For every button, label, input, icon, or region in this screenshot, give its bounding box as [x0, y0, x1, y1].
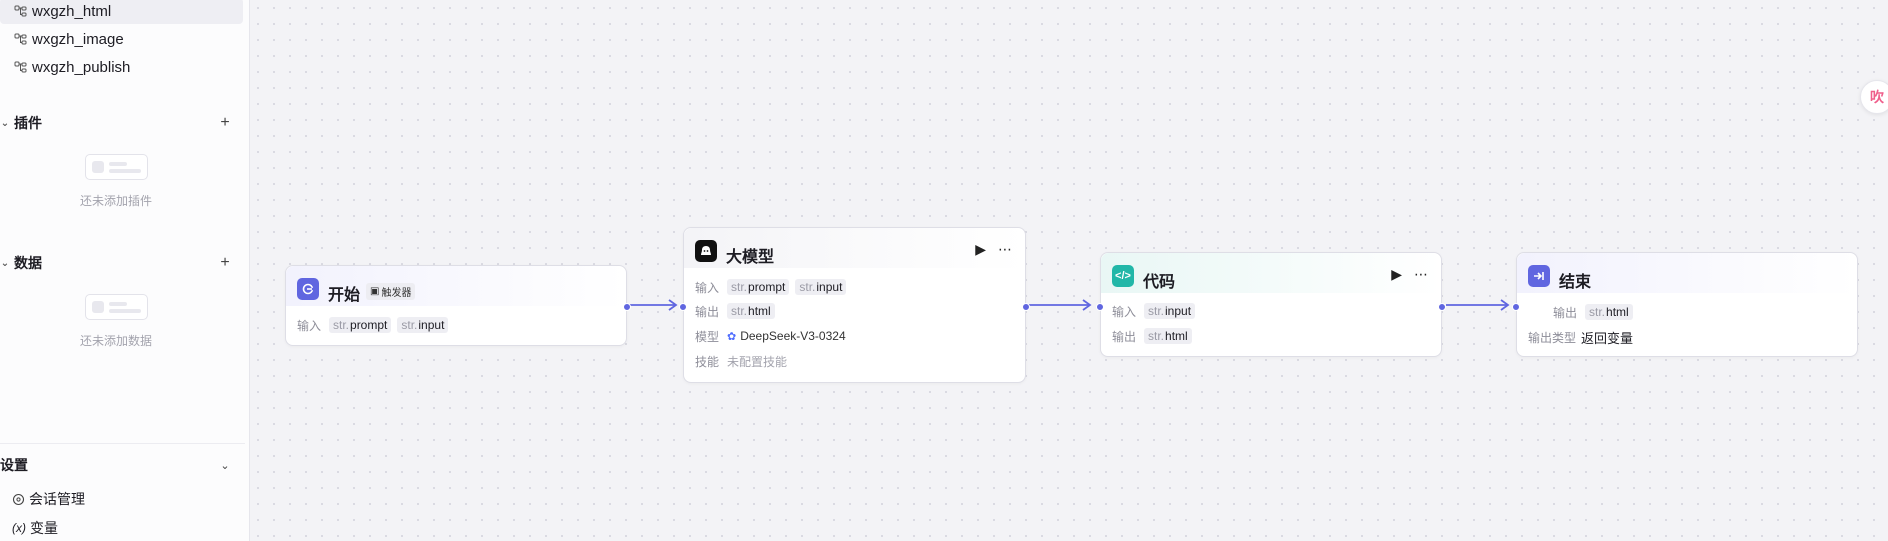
llm-output-row: 输出 str. html — [695, 302, 781, 320]
settings-divider — [0, 443, 245, 444]
code-output-port[interactable] — [1438, 303, 1446, 311]
input-label: 输入 — [695, 280, 720, 295]
node-start[interactable]: 开始 ▣ 触发器 输入 str. prompt str. input — [285, 265, 631, 346]
start-node-icon — [297, 278, 319, 300]
input-label: 输入 — [1112, 304, 1137, 319]
workflow-item-label: wxgzh_html — [32, 2, 112, 20]
more-icon[interactable]: ⋯ — [1414, 266, 1429, 283]
data-empty-illustration — [85, 294, 148, 320]
code-input-row: 输入 str. input — [1112, 302, 1201, 320]
assistant-avatar-text: 吹 — [1870, 89, 1884, 105]
assistant-avatar[interactable]: 吹 — [1860, 80, 1888, 114]
node-actions: ▶ ⋯ — [975, 241, 1013, 258]
skill-value: 未配置技能 — [727, 354, 788, 369]
end-output-type-row: 输出类型 返回变量 — [1528, 328, 1633, 346]
llm-skill-row: 技能 未配置技能 — [695, 352, 787, 370]
workflow-icon — [14, 33, 27, 46]
output-tag: str. html — [727, 303, 775, 319]
run-icon[interactable]: ▶ — [975, 241, 986, 258]
settings-section-title: 设置 — [0, 457, 28, 473]
add-plugin-icon[interactable]: + — [218, 114, 232, 132]
llm-model-row: 模型 ✿ DeepSeek-V3-0324 — [695, 327, 846, 345]
add-data-icon[interactable]: + — [218, 254, 232, 272]
output-tag: str. html — [1585, 304, 1633, 320]
node-title: 大模型 — [726, 249, 775, 266]
end-node-icon — [1528, 265, 1550, 287]
input-tag: str. input — [397, 317, 449, 333]
node-title: 结束 — [1559, 274, 1592, 291]
code-output-row: 输出 str. html — [1112, 327, 1198, 345]
workflow-item-label: wxgzh_publish — [32, 58, 131, 76]
start-input-row: 输入 str. prompt str. input — [297, 316, 454, 334]
start-output-port[interactable] — [623, 303, 631, 311]
llm-node-icon — [695, 240, 717, 262]
model-label: 模型 — [695, 329, 720, 344]
plugins-section-title: 插件 — [14, 115, 42, 131]
workflow-item-wxgzh-image[interactable]: wxgzh_image — [0, 26, 124, 52]
node-end[interactable]: 结束 输出 str. html 输出类型 返回变量 — [1512, 252, 1858, 357]
output-tag: str. html — [1144, 328, 1192, 344]
code-input-port[interactable] — [1096, 303, 1104, 311]
data-empty-text: 还未添加数据 — [79, 334, 152, 348]
chevron-down-icon[interactable]: ⌄ — [0, 258, 10, 269]
settings-item-label: 会话管理 — [29, 491, 85, 507]
settings-item-conversation[interactable]: 会话管理 — [12, 489, 85, 509]
more-icon[interactable]: ⋯ — [998, 241, 1013, 258]
llm-input-port[interactable] — [679, 303, 687, 311]
settings-section-header[interactable]: 设置 ⌄ — [0, 454, 232, 476]
data-section-title: 数据 — [14, 255, 42, 271]
skill-label: 技能 — [695, 354, 720, 369]
workflow-item-label: wxgzh_image — [32, 30, 124, 48]
workflow-icon — [14, 5, 27, 18]
run-icon[interactable]: ▶ — [1391, 266, 1402, 283]
output-label: 输出 — [1112, 329, 1137, 344]
output-type-label: 输出类型 — [1528, 330, 1577, 345]
chevron-down-icon[interactable]: ⌄ — [0, 118, 10, 129]
sidebar: wxgzh_html wxgzh_image wxgzh_publish ⌄ 插… — [0, 0, 250, 541]
plugins-empty-text: 还未添加插件 — [79, 194, 152, 208]
end-output-row: 输出 str. html — [1553, 303, 1639, 321]
variable-icon: (x) — [12, 521, 26, 535]
end-input-port[interactable] — [1512, 303, 1520, 311]
chevron-down-icon[interactable]: ⌄ — [218, 459, 232, 472]
trigger-badge: ▣ 触发器 — [366, 283, 416, 300]
llm-output-port[interactable] — [1022, 303, 1030, 311]
output-label: 输出 — [1553, 305, 1578, 320]
deepseek-icon: ✿ — [727, 330, 737, 343]
llm-input-row: 输入 str. prompt str. input — [695, 278, 852, 296]
node-actions: ▶ ⋯ — [1391, 266, 1429, 283]
code-node-icon: </> — [1112, 265, 1134, 287]
workflow-item-wxgzh-html[interactable]: wxgzh_html — [0, 0, 243, 24]
node-llm[interactable]: 大模型 ▶ ⋯ 输入 str. prompt str. input 输出 str. h… — [679, 227, 1030, 383]
settings-item-variables[interactable]: (x) 变量 — [12, 518, 58, 538]
output-type-value: 返回变量 — [1581, 330, 1634, 346]
trigger-badge-label: 触发器 — [381, 288, 412, 299]
input-tag: str. prompt — [727, 279, 790, 295]
input-tag: str. input — [1144, 303, 1196, 319]
workflow-item-wxgzh-publish[interactable]: wxgzh_publish — [0, 54, 130, 80]
node-title: 代码 — [1143, 274, 1176, 291]
input-tag: str. input — [795, 279, 847, 295]
settings-item-label: 变量 — [30, 520, 58, 536]
workflow-icon — [14, 61, 27, 74]
plugins-empty-illustration — [85, 154, 148, 180]
node-title: 开始 — [328, 287, 361, 304]
data-section-header[interactable]: ⌄ 数据 + — [0, 252, 232, 274]
node-code[interactable]: </> 代码 ▶ ⋯ 输入 str. input 输出 str. html — [1096, 252, 1446, 357]
plugins-section-header[interactable]: ⌄ 插件 + — [0, 112, 232, 134]
input-label: 输入 — [297, 318, 322, 333]
trigger-icon: ▣ — [370, 286, 380, 297]
model-value: DeepSeek-V3-0324 — [740, 329, 846, 343]
chat-manage-icon — [12, 493, 25, 506]
input-tag: str. prompt — [329, 317, 392, 333]
output-label: 输出 — [695, 304, 720, 319]
